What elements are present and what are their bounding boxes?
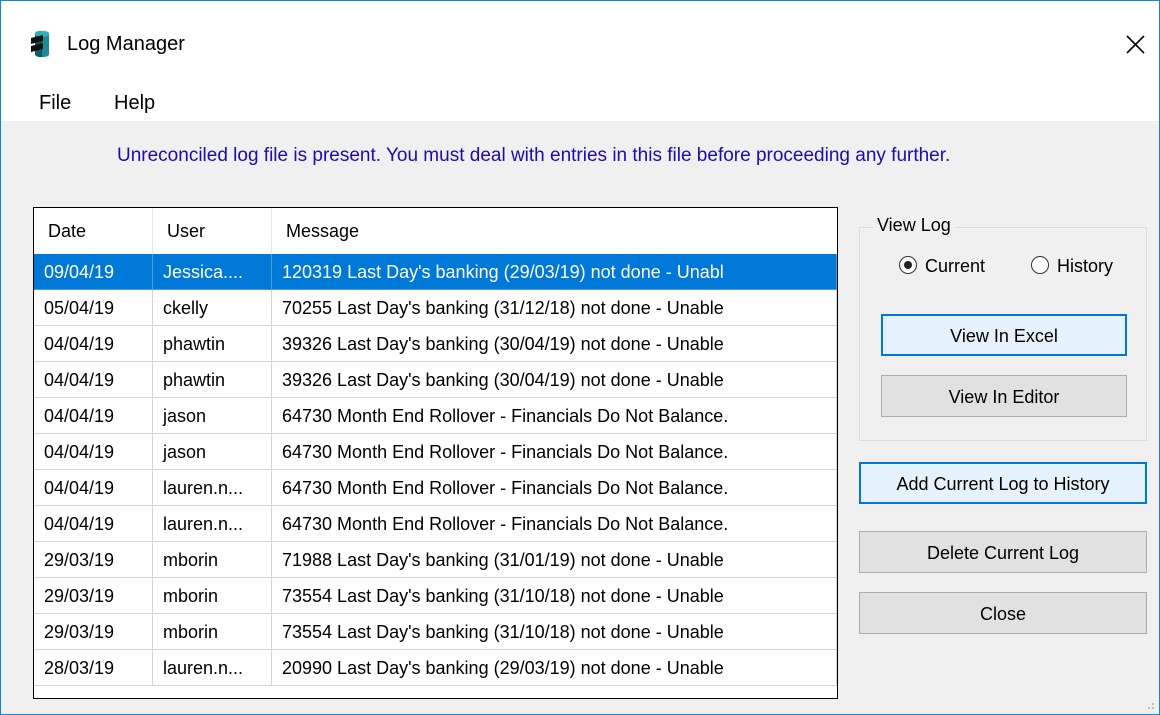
radio-current-circle: [899, 256, 917, 274]
cell-date: 04/04/19: [34, 434, 153, 470]
column-header-message[interactable]: Message: [272, 208, 837, 254]
title-bar: Log Manager: [1, 1, 1159, 85]
cell-date: 04/04/19: [34, 470, 153, 506]
cell-user: phawtin: [153, 326, 272, 362]
cell-date: 05/04/19: [34, 290, 153, 326]
radio-current-dot: [904, 261, 912, 269]
cell-user: lauren.n...: [153, 470, 272, 506]
radio-history[interactable]: History: [1031, 256, 1141, 278]
table-row[interactable]: 04/04/19 lauren.n... 64730 Month End Rollo…: [34, 506, 837, 542]
table-row[interactable]: 05/04/19 ckelly 70255 Last Day's banking (…: [34, 290, 837, 326]
log-table-header: Date User Message: [34, 208, 837, 254]
cell-date: 04/04/19: [34, 398, 153, 434]
cell-user: jason: [153, 398, 272, 434]
table-row[interactable]: 09/04/19 Jessica.... 120319 Last Day's ban…: [34, 254, 837, 290]
cell-user: mborin: [153, 614, 272, 650]
cell-user: phawtin: [153, 362, 272, 398]
cell-message: 71988 Last Day's banking (31/01/19) not …: [272, 542, 837, 578]
table-row[interactable]: 04/04/19 phawtin 39326 Last Day's banking …: [34, 326, 837, 362]
delete-current-log-button[interactable]: Delete Current Log: [859, 531, 1147, 573]
table-row[interactable]: 04/04/19 lauren.n... 64730 Month End Rollo…: [34, 470, 837, 506]
window-title: Log Manager: [67, 33, 185, 55]
resize-grip-icon[interactable]: [1143, 701, 1155, 711]
cell-user: ckelly: [153, 290, 272, 326]
cell-date: 04/04/19: [34, 326, 153, 362]
view-in-excel-button[interactable]: View In Excel: [881, 314, 1127, 356]
add-current-log-to-history-button[interactable]: Add Current Log to History: [859, 462, 1147, 504]
database-icon: [31, 31, 49, 57]
view-log-group-label: View Log: [873, 214, 955, 236]
log-manager-window: Log Manager File Help Unreconciled log f…: [0, 0, 1160, 715]
table-row[interactable]: 04/04/19 jason 64730 Month End Rollover - …: [34, 398, 837, 434]
cell-user: jason: [153, 434, 272, 470]
cell-message: 120319 Last Day's banking (29/03/19) not…: [272, 254, 837, 290]
menu-bar: File Help: [1, 85, 1159, 121]
cell-date: 29/03/19: [34, 542, 153, 578]
cell-message: 20990 Last Day's banking (29/03/19) not …: [272, 650, 837, 686]
cell-user: mborin: [153, 578, 272, 614]
radio-history-label: History: [1057, 256, 1114, 276]
column-header-date[interactable]: Date: [34, 208, 153, 254]
table-row[interactable]: 04/04/19 phawtin 39326 Last Day's banking …: [34, 362, 837, 398]
table-row[interactable]: 29/03/19 mborin 73554 Last Day's banking (…: [34, 614, 837, 650]
cell-date: 28/03/19: [34, 650, 153, 686]
table-row[interactable]: 28/03/19 lauren.n... 20990 Last Day's bank…: [34, 650, 837, 686]
close-icon[interactable]: [1111, 21, 1157, 65]
cell-message: 64730 Month End Rollover - Financials Do…: [272, 398, 837, 434]
cell-message: 39326 Last Day's banking (30/04/19) not …: [272, 326, 837, 362]
column-header-user[interactable]: User: [153, 208, 272, 254]
cell-message: 64730 Month End Rollover - Financials Do…: [272, 434, 837, 470]
close-button[interactable]: Close: [859, 592, 1147, 634]
view-in-editor-button[interactable]: View In Editor: [881, 375, 1127, 417]
cell-user: mborin: [153, 542, 272, 578]
radio-current[interactable]: Current: [899, 256, 1009, 278]
menu-file[interactable]: File: [39, 91, 71, 115]
cell-message: 64730 Month End Rollover - Financials Do…: [272, 506, 837, 542]
cell-date: 29/03/19: [34, 578, 153, 614]
cell-user: lauren.n...: [153, 650, 272, 686]
table-row[interactable]: 29/03/19 mborin 73554 Last Day's banking (…: [34, 578, 837, 614]
table-row[interactable]: 29/03/19 mborin 71988 Last Day's banking (…: [34, 542, 837, 578]
cell-user: Jessica....: [153, 254, 272, 290]
cell-date: 09/04/19: [34, 254, 153, 290]
cell-message: 73554 Last Day's banking (31/10/18) not …: [272, 578, 837, 614]
log-table[interactable]: Date User Message 09/04/19 Jessica.... 120…: [33, 207, 838, 699]
cell-user: lauren.n...: [153, 506, 272, 542]
radio-history-circle: [1031, 256, 1049, 274]
cell-date: 29/03/19: [34, 614, 153, 650]
cell-date: 04/04/19: [34, 506, 153, 542]
cell-message: 70255 Last Day's banking (31/12/18) not …: [272, 290, 837, 326]
radio-current-label: Current: [925, 256, 986, 276]
table-row[interactable]: 04/04/19 jason 64730 Month End Rollover - …: [34, 434, 837, 470]
menu-help[interactable]: Help: [114, 91, 155, 115]
unreconciled-warning: Unreconciled log file is present. You mu…: [117, 145, 951, 166]
cell-message: 73554 Last Day's banking (31/10/18) not …: [272, 614, 837, 650]
cell-message: 64730 Month End Rollover - Financials Do…: [272, 470, 837, 506]
cell-date: 04/04/19: [34, 362, 153, 398]
cell-message: 39326 Last Day's banking (30/04/19) not …: [272, 362, 837, 398]
